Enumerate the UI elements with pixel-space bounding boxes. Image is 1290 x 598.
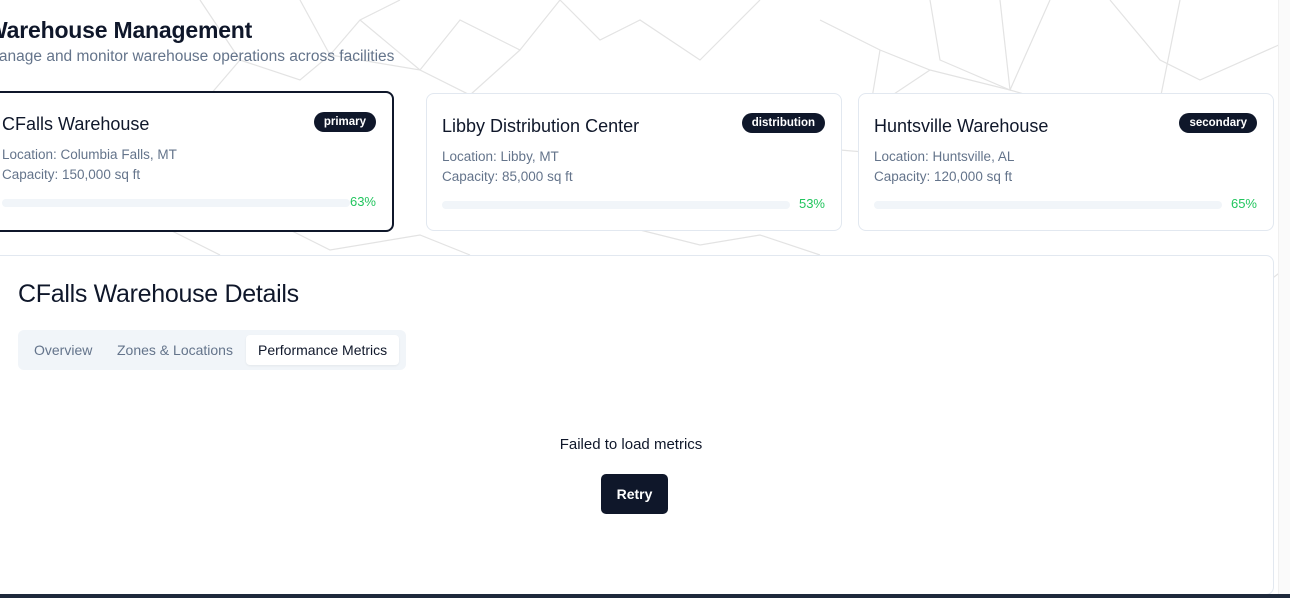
warehouse-location: Location: Huntsville, AL (874, 149, 1015, 164)
tab-overview[interactable]: Overview (22, 335, 104, 365)
warehouse-type-badge: primary (313, 112, 376, 132)
warehouse-name: CFalls Warehouse (2, 114, 150, 134)
page-title: Warehouse Management (0, 17, 253, 43)
details-title: CFalls Warehouse Details (18, 280, 299, 308)
utilization-progress-bar (442, 201, 790, 209)
warehouse-name: Huntsville Warehouse (874, 116, 1049, 136)
warehouse-type-badge: secondary (1179, 113, 1257, 133)
warehouse-card-huntsville[interactable]: Huntsville Warehouse secondary Location:… (858, 93, 1274, 231)
utilization-progress-bar (2, 199, 350, 207)
utilization-percent: 53% (798, 196, 825, 211)
warehouse-details-panel: CFalls Warehouse Details Overview Zones … (0, 255, 1274, 595)
warehouse-capacity: Capacity: 150,000 sq ft (2, 167, 141, 182)
utilization-progress-fill (874, 201, 1101, 209)
utilization-percent: 63% (349, 194, 376, 209)
bottom-edge-bar (0, 594, 1290, 598)
utilization-progress-fill (442, 201, 627, 209)
utilization-progress-bar (874, 201, 1222, 209)
warehouse-location: Location: Columbia Falls, MT (2, 147, 177, 162)
warehouse-type-badge: distribution (741, 113, 825, 133)
retry-button[interactable]: Retry (601, 474, 668, 514)
utilization-percent: 65% (1230, 196, 1257, 211)
warehouse-name: Libby Distribution Center (442, 116, 640, 136)
warehouse-card-cfalls[interactable]: CFalls Warehouse primary Location: Colum… (0, 91, 394, 232)
warehouse-capacity: Capacity: 120,000 sq ft (874, 169, 1013, 184)
metrics-error-message: Failed to load metrics (559, 436, 703, 453)
warehouse-card-libby[interactable]: Libby Distribution Center distribution L… (426, 93, 842, 231)
tab-zones-locations[interactable]: Zones & Locations (105, 335, 245, 365)
warehouse-location: Location: Libby, MT (442, 149, 559, 164)
utilization-progress-fill (2, 199, 222, 207)
tab-performance-metrics[interactable]: Performance Metrics (246, 335, 400, 365)
vertical-scrollbar[interactable] (1278, 0, 1290, 594)
warehouse-capacity: Capacity: 85,000 sq ft (442, 169, 573, 184)
details-tabs: Overview Zones & Locations Performance M… (18, 330, 406, 370)
page-subtitle: Manage and monitor warehouse operations … (0, 48, 395, 65)
